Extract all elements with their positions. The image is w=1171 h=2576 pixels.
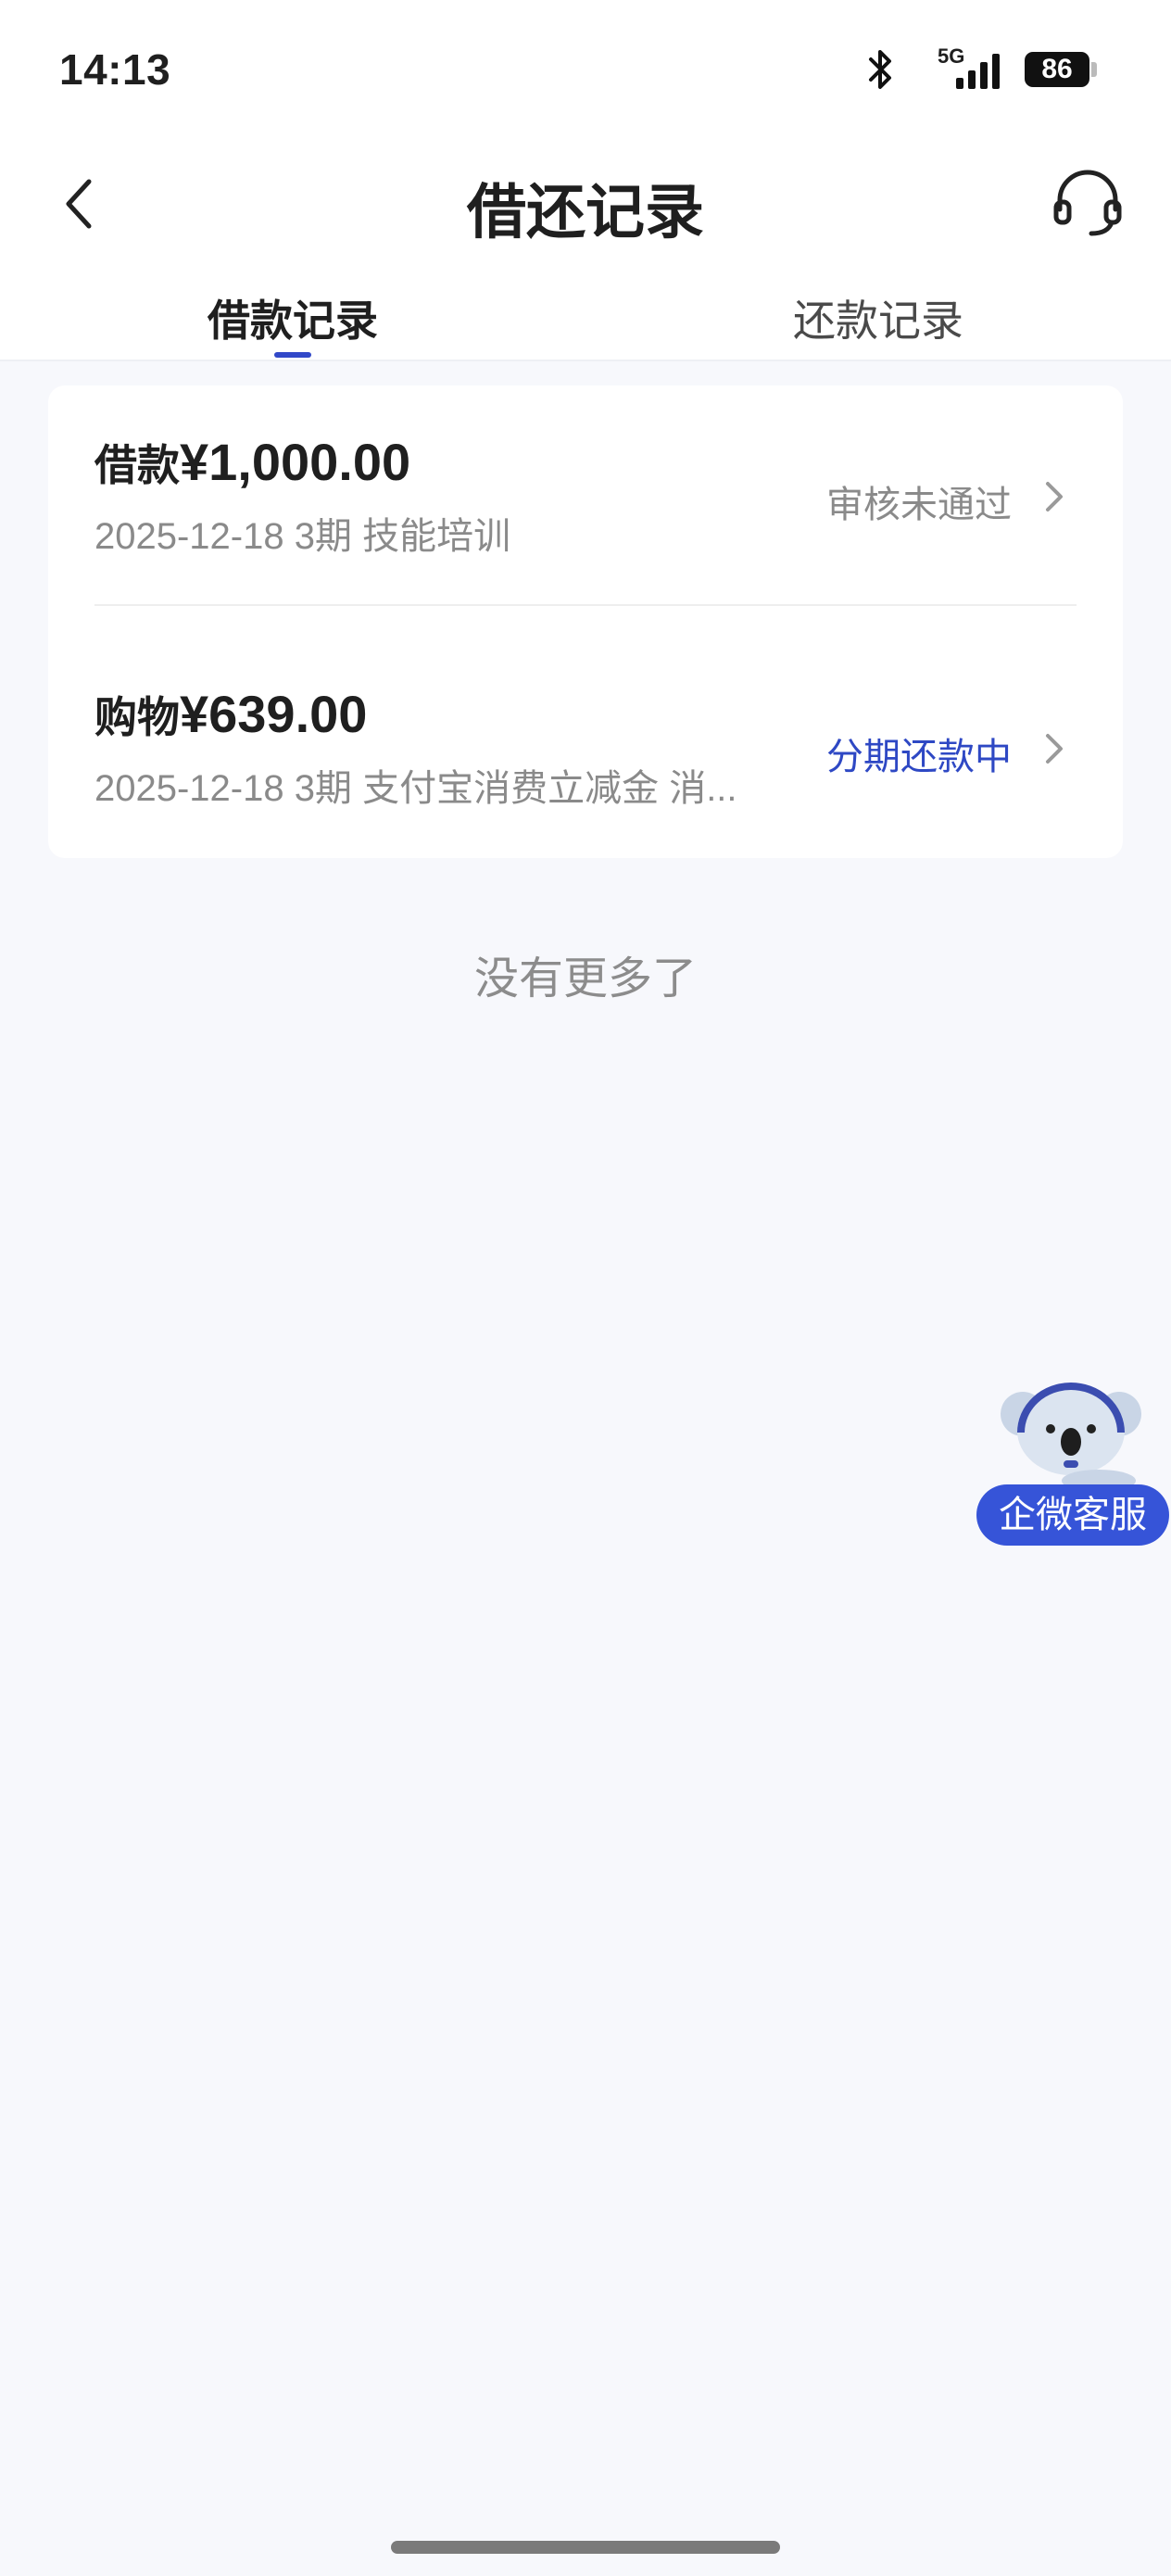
record-item[interactable]: 借款¥1,000.00 2025-12-18 3期 技能培训 审核未通过 xyxy=(48,385,1123,617)
customer-service-headset-icon[interactable] xyxy=(1051,165,1125,239)
record-title: 借款¥1,000.00 xyxy=(94,432,410,493)
record-status: 分期还款中 xyxy=(826,737,1012,777)
record-title: 购物¥639.00 xyxy=(94,684,367,745)
koala-mascot-icon xyxy=(1001,1383,1141,1490)
list-end-text: 没有更多了 xyxy=(473,954,697,1004)
page-title: 借还记录 xyxy=(467,179,704,246)
record-kind: 购物 xyxy=(94,693,180,741)
battery-icon: 86 xyxy=(1025,52,1089,87)
record-amount: ¥1,000.00 xyxy=(180,433,411,491)
chevron-right-icon xyxy=(1046,482,1063,511)
records-card: 借款¥1,000.00 2025-12-18 3期 技能培训 审核未通过 购物¥… xyxy=(48,385,1123,858)
header: 14:13 5G 86 借还记录 借款记录 还款记录 xyxy=(0,0,1171,361)
status-icons: 5G 86 xyxy=(865,44,1097,91)
battery-level: 86 xyxy=(1041,54,1073,84)
record-amount: ¥639.00 xyxy=(180,685,368,743)
record-status: 审核未通过 xyxy=(826,485,1012,525)
battery-tip xyxy=(1091,62,1097,77)
tab-repay-records[interactable]: 还款记录 xyxy=(693,287,1064,348)
service-label: 企微客服 xyxy=(976,1484,1169,1546)
status-time: 14:13 xyxy=(59,45,171,94)
cellular-signal-icon: 5G xyxy=(928,44,1002,91)
record-kind: 借款 xyxy=(94,441,180,489)
record-subtitle: 2025-12-18 3期 技能培训 xyxy=(94,516,511,557)
tab-borrow-records[interactable]: 借款记录 xyxy=(107,287,478,348)
home-indicator[interactable] xyxy=(391,2541,780,2554)
chevron-right-icon xyxy=(1046,734,1063,764)
active-tab-indicator xyxy=(274,352,311,358)
floating-service-button[interactable]: 企微客服 xyxy=(975,1381,1169,1547)
divider xyxy=(94,604,1077,606)
bluetooth-icon xyxy=(869,50,891,89)
record-item[interactable]: 购物¥639.00 2025-12-18 3期 支付宝消费立减金 消... 分期… xyxy=(48,638,1123,869)
record-subtitle: 2025-12-18 3期 支付宝消费立减金 消... xyxy=(94,768,737,809)
